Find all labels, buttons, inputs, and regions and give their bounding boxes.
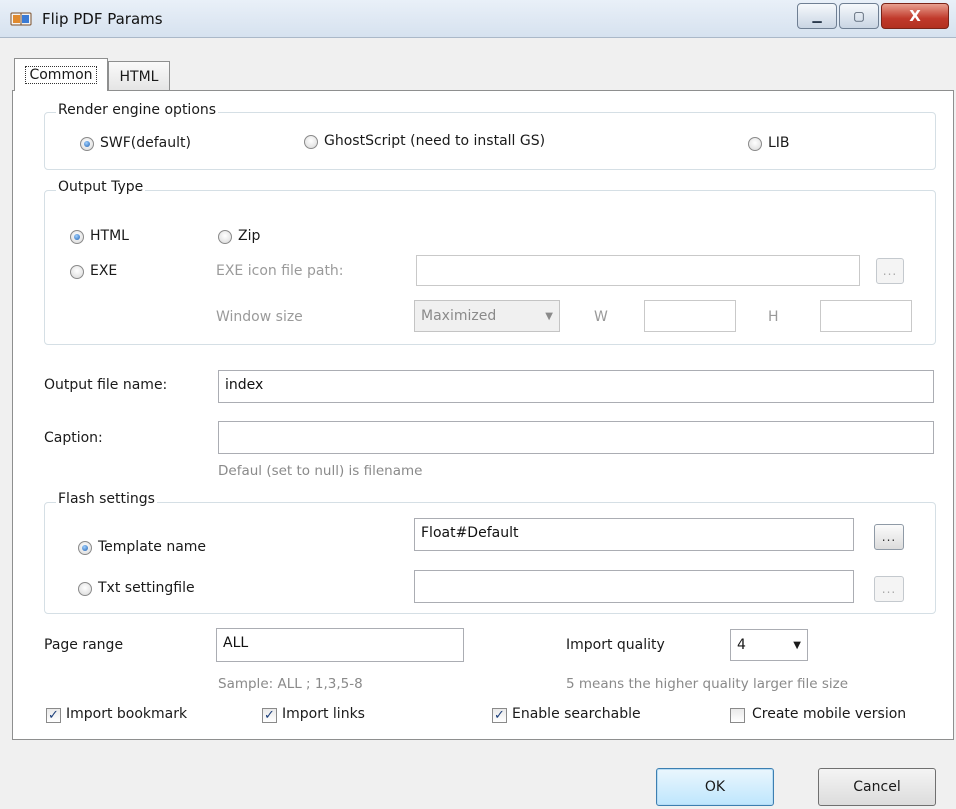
exe-icon-path-label: EXE icon file path:	[216, 263, 344, 279]
check-icon: ✓	[494, 708, 505, 723]
radio-output-zip[interactable]	[218, 230, 232, 244]
chevron-down-icon: ▼	[793, 639, 801, 651]
window-size-label: Window size	[216, 309, 303, 325]
tab-common-label: Common	[25, 66, 97, 84]
minimize-button[interactable]: ▁	[797, 3, 837, 29]
output-file-name-input[interactable]: index	[218, 370, 934, 403]
caption-label: Caption:	[44, 430, 103, 446]
import-links-checkbox[interactable]: ✓	[262, 708, 277, 723]
tab-panel-common	[12, 90, 954, 740]
exe-icon-path-input[interactable]	[416, 255, 860, 286]
ellipsis-icon: ...	[882, 264, 898, 278]
radio-swf[interactable]	[80, 137, 94, 151]
import-quality-label: Import quality	[566, 637, 665, 653]
radio-template-name[interactable]	[78, 541, 92, 555]
ok-button[interactable]: OK	[656, 768, 774, 806]
ellipsis-icon: ...	[881, 582, 897, 596]
ellipsis-icon: ...	[881, 530, 897, 544]
maximize-icon: ▢	[853, 9, 865, 23]
cancel-button[interactable]: Cancel	[818, 768, 936, 806]
check-icon: ✓	[264, 708, 275, 723]
radio-template-name-label: Template name	[98, 539, 207, 555]
page-range-label: Page range	[44, 637, 124, 653]
chevron-down-icon: ▼	[545, 310, 553, 322]
radio-output-html-label: HTML	[90, 228, 129, 244]
output-file-name-label: Output file name:	[44, 377, 168, 393]
txt-settingfile-input[interactable]	[414, 570, 854, 603]
minimize-icon: ▁	[812, 9, 822, 23]
height-input[interactable]	[820, 300, 912, 332]
window-title: Flip PDF Params	[42, 10, 163, 28]
close-icon: X	[909, 7, 921, 25]
radio-output-exe-label: EXE	[90, 263, 118, 279]
tab-common[interactable]: Common	[14, 58, 108, 91]
cancel-button-label: Cancel	[853, 779, 901, 795]
ok-button-label: OK	[704, 779, 726, 795]
enable-searchable-label: Enable searchable	[512, 706, 641, 722]
width-input[interactable]	[644, 300, 736, 332]
tab-html-label: HTML	[119, 68, 159, 85]
radio-txt-settingfile[interactable]	[78, 582, 92, 596]
window-size-select[interactable]: Maximized ▼	[414, 300, 560, 332]
import-bookmark-checkbox[interactable]: ✓	[46, 708, 61, 723]
create-mobile-version-label: Create mobile version	[752, 706, 907, 722]
height-label: H	[768, 309, 779, 325]
radio-output-zip-label: Zip	[238, 228, 261, 244]
import-quality-value: 4	[737, 637, 746, 653]
radio-output-exe[interactable]	[70, 265, 84, 279]
txt-settingfile-browse-button[interactable]: ...	[874, 576, 904, 602]
radio-txt-settingfile-label: Txt settingfile	[98, 580, 195, 596]
flash-settings-group-label: Flash settings	[56, 491, 157, 507]
import-quality-hint: 5 means the higher quality larger file s…	[566, 676, 849, 692]
window-size-value: Maximized	[421, 308, 497, 324]
output-type-group-label: Output Type	[56, 179, 146, 195]
width-label: W	[594, 309, 608, 325]
radio-output-html[interactable]	[70, 230, 84, 244]
caption-input[interactable]	[218, 421, 934, 454]
template-name-input[interactable]: Float#Default	[414, 518, 854, 551]
import-quality-select[interactable]: 4 ▼	[730, 629, 808, 661]
render-engine-group-label: Render engine options	[56, 102, 219, 118]
close-button[interactable]: X	[881, 3, 949, 29]
radio-lib[interactable]	[748, 137, 762, 151]
flip-pdf-app-icon	[10, 12, 32, 26]
radio-lib-label: LIB	[768, 135, 790, 151]
import-bookmark-label: Import bookmark	[66, 706, 188, 722]
radio-ghostscript[interactable]	[304, 135, 318, 149]
title-bar[interactable]: Flip PDF Params ▁ ▢ X	[0, 0, 956, 38]
tab-html[interactable]: HTML	[108, 61, 170, 91]
maximize-button[interactable]: ▢	[839, 3, 879, 29]
radio-swf-label: SWF(default)	[100, 135, 191, 151]
create-mobile-version-checkbox[interactable]	[730, 708, 745, 723]
template-browse-button[interactable]: ...	[874, 524, 904, 550]
caption-hint: Defaul (set to null) is filename	[218, 463, 423, 479]
page-range-input[interactable]: ALL	[216, 628, 464, 662]
page-range-hint: Sample: ALL ; 1,3,5-8	[218, 676, 363, 692]
check-icon: ✓	[48, 708, 59, 723]
enable-searchable-checkbox[interactable]: ✓	[492, 708, 507, 723]
exe-icon-browse-button[interactable]: ...	[876, 258, 904, 284]
radio-ghostscript-label: GhostScript (need to install GS)	[324, 133, 546, 149]
import-links-label: Import links	[282, 706, 365, 722]
